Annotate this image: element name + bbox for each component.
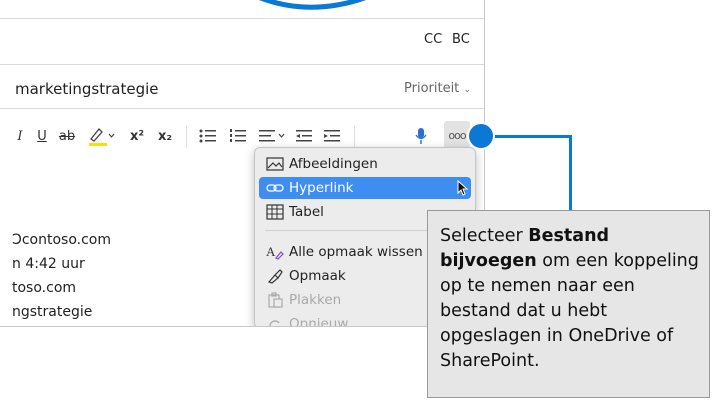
brand-arc-decoration [259,0,366,10]
menu-item-label: Opnieuw [289,316,349,327]
priority-dropdown[interactable]: Prioriteit ⌄ [404,81,471,96]
menu-item-label: Alle opmaak wissen [289,244,423,260]
chevron-down-icon: ⌄ [463,85,471,95]
link-icon [265,179,285,197]
indent-icon [324,130,340,142]
svg-text:A: A [266,244,276,259]
numbering-button[interactable] [226,118,250,154]
body-text-line: Ɔcontoso.com [12,232,111,248]
format-painter-icon [265,267,285,285]
body-text-line: ngstrategie [12,304,93,320]
callout-text: Selecteer [440,226,529,246]
divider [0,108,484,109]
instruction-callout: Selecteer Bestand bijvoegen om een koppe… [427,210,710,398]
divider [0,18,484,19]
title-bar [0,0,484,18]
priority-label: Prioriteit [404,81,460,96]
body-text-line: n 4:42 uur [12,256,85,272]
menu-item-label: Opmaak [289,268,346,284]
menu-item-label: Hyperlink [289,180,354,196]
image-icon [265,155,285,173]
highlight-marker-dot [467,122,495,150]
compose-window: CC BC marketingstrategie Prioriteit ⌄ I … [0,0,485,327]
highlighter-icon [89,128,115,146]
bcc-button[interactable]: BC [452,32,470,47]
bullet-list-icon [199,129,216,143]
bullets-button[interactable] [196,118,220,154]
menu-item-images[interactable]: Afbeeldingen [259,153,471,175]
toolbar-separator [354,126,355,148]
subject-field[interactable]: marketingstrategie [15,80,159,98]
menu-item-hyperlink[interactable]: Hyperlink [259,177,471,199]
underline-button[interactable]: U [34,118,50,154]
cc-button[interactable]: CC [424,32,442,47]
divider [0,64,484,65]
superscript-button[interactable]: x² [126,118,148,154]
menu-item-label: Afbeeldingen [289,156,378,172]
redo-icon [265,315,285,326]
table-icon [265,203,285,221]
callout-connector [569,135,572,211]
toolbar-separator [186,126,187,148]
numbered-list-icon [230,129,246,142]
italic-button[interactable]: I [12,118,28,154]
subscript-button[interactable]: x₂ [154,118,176,154]
paste-icon [265,291,285,309]
align-icon [259,130,285,142]
outdent-icon [296,130,312,142]
menu-item-label: Plakken [289,292,342,308]
callout-connector [493,135,571,138]
menu-item-label: Tabel [289,204,324,220]
highlight-color-button[interactable] [84,118,118,154]
mouse-cursor-icon [457,179,469,200]
body-text-line: toso.com [12,280,77,296]
strikethrough-button[interactable]: ab [56,118,78,154]
clear-format-icon: A [265,243,285,261]
microphone-icon [415,128,427,144]
